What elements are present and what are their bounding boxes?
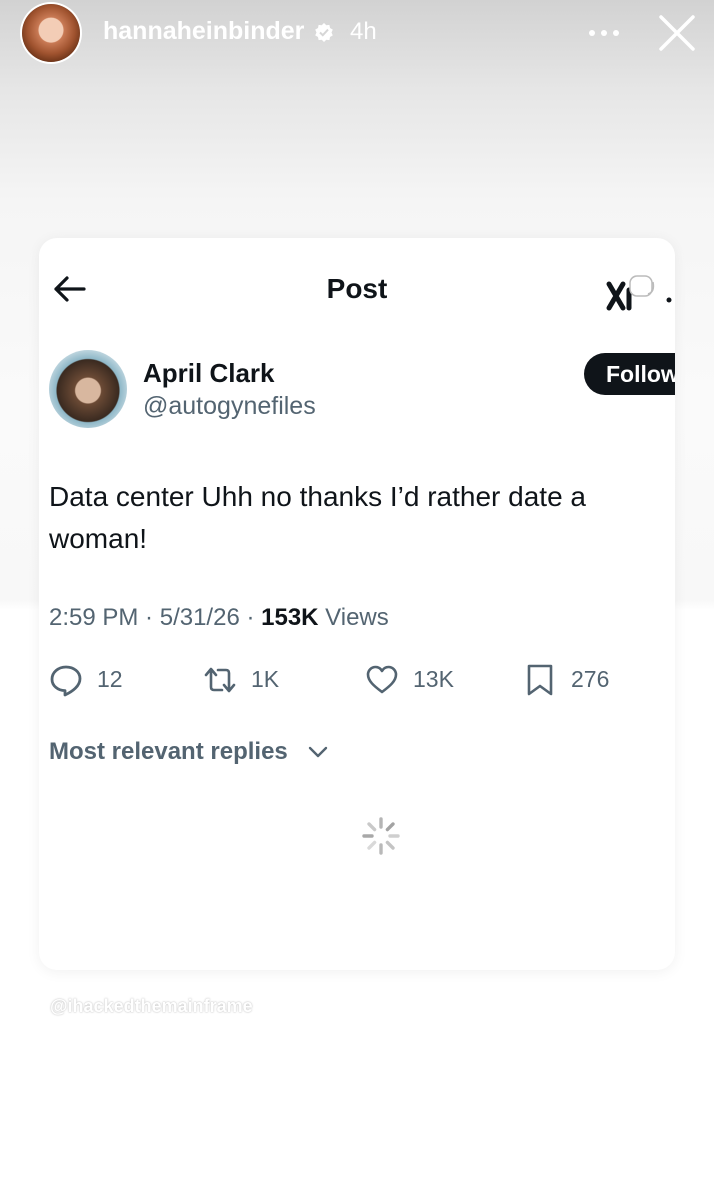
replies-sort-dropdown[interactable]: Most relevant replies — [49, 738, 288, 766]
story-header: hannaheinbinder 4h — [0, 0, 714, 70]
follow-button[interactable]: Follow — [584, 353, 675, 395]
repost-button[interactable]: 1K — [203, 663, 303, 697]
loading-spinner-icon — [362, 817, 400, 855]
like-button[interactable]: 13K — [365, 663, 475, 697]
heart-icon — [366, 665, 398, 694]
bookmark-button[interactable]: 276 — [523, 663, 623, 697]
more-icon[interactable] — [588, 28, 620, 38]
repost-count: 1K — [251, 666, 280, 692]
story-username[interactable]: hannaheinbinder — [103, 17, 304, 46]
post-text: Data center Uhh no thanks I’d rather dat… — [49, 481, 586, 554]
reply-count: 12 — [97, 666, 123, 692]
post-card: Post April Clark @autogynefiles Follow D… — [39, 238, 675, 970]
bookmark-icon — [527, 664, 553, 696]
page-title: Post — [326, 273, 388, 304]
close-icon[interactable] — [656, 12, 698, 54]
verified-icon — [315, 23, 333, 42]
post-time: 2:59 PM — [49, 604, 139, 631]
reply-button[interactable]: 12 — [49, 663, 149, 697]
views-count: 153K — [261, 604, 319, 631]
watermark: @ihackedthemainframe — [50, 996, 253, 1016]
author-avatar[interactable] — [49, 350, 127, 428]
story-time: 4h — [350, 18, 377, 45]
reply-icon — [50, 665, 82, 697]
repost-icon — [204, 667, 236, 693]
author-name[interactable]: April Clark — [143, 358, 275, 389]
views-label: Views — [325, 604, 389, 631]
post-meta: 2:59 PM · 5/31/26 · 153K Views — [49, 604, 389, 631]
post-date: 5/31/26 — [159, 604, 240, 631]
chevron-down-icon[interactable] — [307, 743, 329, 761]
like-count: 13K — [413, 666, 454, 692]
bookmark-count: 276 — [571, 666, 610, 692]
grok-icon[interactable] — [601, 256, 675, 316]
story-avatar[interactable] — [22, 4, 80, 62]
author-handle[interactable]: @autogynefiles — [143, 392, 316, 421]
